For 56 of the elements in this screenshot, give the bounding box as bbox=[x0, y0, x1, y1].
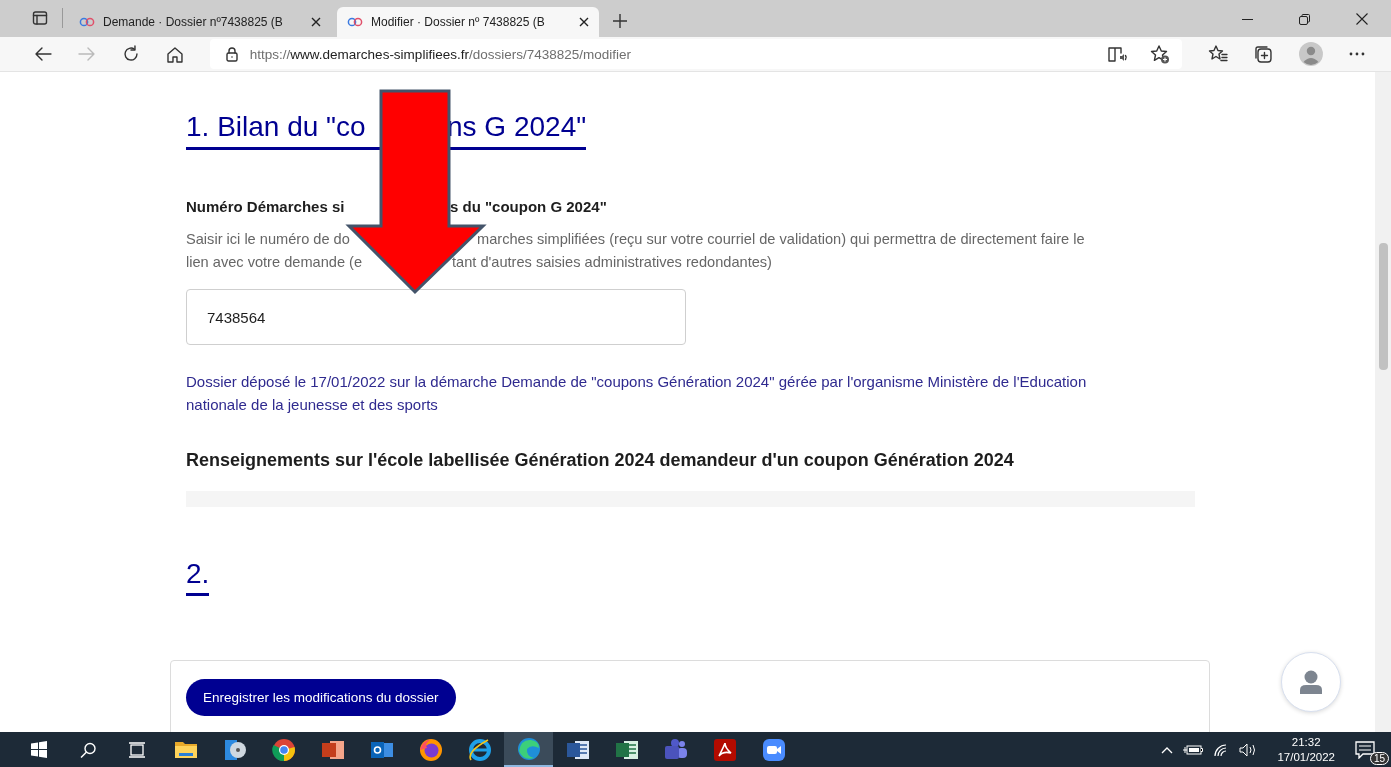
windows-icon[interactable] bbox=[30, 741, 47, 758]
field-hint: Saisir ici le numéro de do bbox=[186, 230, 351, 249]
clock-date[interactable]: 17/01/2022 bbox=[1277, 749, 1335, 765]
close-icon[interactable] bbox=[1356, 13, 1368, 25]
team-icon[interactable] bbox=[663, 737, 688, 762]
back-icon[interactable] bbox=[34, 46, 52, 62]
new-tab-icon[interactable] bbox=[613, 14, 627, 28]
volume-icon[interactable] bbox=[1239, 742, 1258, 757]
rings-icon bbox=[347, 17, 363, 27]
wave-icon[interactable] bbox=[516, 736, 541, 761]
avatar-icon[interactable] bbox=[1299, 42, 1324, 66]
help-button[interactable] bbox=[1281, 652, 1341, 712]
tab-title: Modifier · Dossier nº 7438825 (B bbox=[371, 15, 546, 29]
tab-title: Demande · Dossier nº7438825 (B bbox=[103, 15, 284, 29]
search-icon[interactable] bbox=[79, 741, 96, 758]
browser-tab[interactable]: Demande · Dossier nº7438825 (B bbox=[69, 7, 331, 37]
field-hint: tant d'autres saisies administratives redondantes) bbox=[452, 254, 772, 270]
field-hint: marches simplifiées (reçu sur votre courriel de validation) qui permettra de directement faire le bbox=[477, 231, 1085, 247]
chevron-up-icon[interactable] bbox=[1161, 745, 1174, 754]
collections-icon[interactable] bbox=[1254, 44, 1274, 64]
close-icon[interactable] bbox=[579, 17, 589, 27]
pdf-icon[interactable] bbox=[712, 737, 737, 762]
field-hint: lien avec votre demande (e bbox=[186, 253, 364, 272]
address-bar[interactable]: https://www.demarches-simplifiees.fr/dossiers/7438825/modifier bbox=[209, 39, 1183, 69]
notification-count: 15 bbox=[1369, 751, 1389, 765]
clock-time[interactable]: 21:32 bbox=[1291, 734, 1321, 750]
restore-icon[interactable] bbox=[1299, 14, 1310, 25]
sidebar-icon[interactable] bbox=[32, 10, 48, 26]
browser-tab[interactable]: Modifier · Dossier nº 7438825 (B bbox=[337, 7, 599, 37]
dossier-info: Dossier déposé le 17/01/2022 sur la démarche Demande de "coupons Génération 2024" gérée par l'organisme Ministère de l'Education nationale de la jeunesse et des sports bbox=[186, 372, 1088, 415]
number-input[interactable]: 7438564 bbox=[186, 289, 686, 345]
rings-icon bbox=[79, 17, 95, 27]
camera-icon[interactable] bbox=[761, 737, 786, 762]
media-icon[interactable] bbox=[222, 737, 247, 762]
home-icon[interactable] bbox=[165, 45, 184, 63]
url-text[interactable]: https://www.demarches-simplifiees.fr/dossiers/7438825/modifier bbox=[249, 46, 631, 62]
field-label: Numéro Démarches si bbox=[186, 198, 346, 215]
section-heading: 2. bbox=[186, 558, 210, 589]
fox-icon[interactable] bbox=[418, 737, 443, 762]
more-icon[interactable] bbox=[1349, 52, 1365, 56]
add-favorite-icon[interactable] bbox=[1150, 44, 1171, 64]
field-label: s du "coupon G 2024" bbox=[450, 198, 607, 215]
close-icon[interactable] bbox=[311, 17, 321, 27]
person-icon bbox=[1298, 669, 1324, 695]
section-heading: 1. Bilan du "co bbox=[186, 110, 367, 144]
scrollbar[interactable] bbox=[1375, 72, 1391, 732]
task-view-icon[interactable] bbox=[128, 741, 145, 758]
lock-icon bbox=[225, 46, 238, 62]
favorites-icon[interactable] bbox=[1208, 45, 1229, 63]
subsection-heading: Renseignements sur l'école labellisée Génération 2024 demandeur d'un coupon Génération 2024 bbox=[186, 450, 1015, 471]
read-aloud-icon[interactable] bbox=[1108, 46, 1129, 62]
reload-icon[interactable] bbox=[121, 45, 140, 63]
notification-icon[interactable] bbox=[1355, 740, 1375, 759]
save-button[interactable]: Enregistrer les modifications du dossier bbox=[186, 679, 456, 716]
e-icon[interactable] bbox=[467, 737, 492, 762]
battery-icon[interactable] bbox=[1183, 743, 1204, 756]
